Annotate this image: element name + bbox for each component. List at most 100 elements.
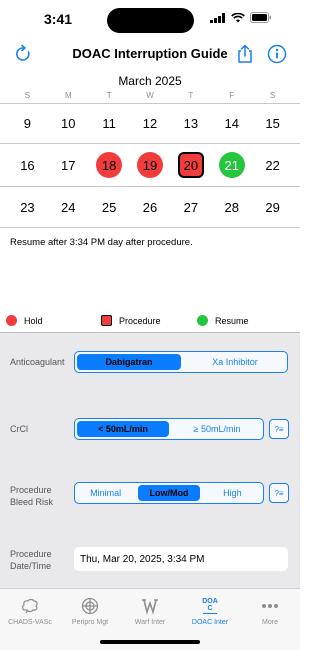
calendar-day-none-number: 25 xyxy=(101,199,117,215)
calendar-day-hold-number: 18 xyxy=(96,152,123,178)
tab-label: Peripro Mgt xyxy=(71,619,109,626)
calendar-day-none-number: 16 xyxy=(20,157,35,173)
weekday-label: S xyxy=(269,91,276,100)
doac-icon: DOA C xyxy=(180,597,240,615)
calendar-day-none-number: 29 xyxy=(265,199,280,215)
calendar-day[interactable]: 22 xyxy=(252,150,293,180)
calendar-day[interactable]: 24 xyxy=(48,192,89,222)
share-icon[interactable] xyxy=(235,44,255,64)
weekday-label: F xyxy=(229,91,235,100)
calendar-day-none-number: 13 xyxy=(183,115,199,131)
tab-doac-inter[interactable]: DOA C DOAC Inter xyxy=(180,597,240,626)
procedure-datetime-field[interactable]: Thu, Mar 20, 2025, 3:34 PM xyxy=(74,547,288,571)
nav-bar: DOAC Interruption Guide xyxy=(0,38,300,72)
crcl-help-button[interactable]: ?≡ xyxy=(269,419,289,439)
page-title: DOAC Interruption Guide xyxy=(72,46,228,61)
calendar-day[interactable]: 15 xyxy=(252,108,293,138)
weekday-label: M xyxy=(64,91,72,100)
crosshair-icon xyxy=(81,597,99,615)
home-indicator xyxy=(100,640,200,644)
bleed-risk-label-line2: Bleed Risk xyxy=(10,497,54,507)
calendar-day[interactable]: 26 xyxy=(130,192,171,222)
calendar-day-none-number: 12 xyxy=(142,115,158,131)
calendar-day-procedure-number: 20 xyxy=(177,152,204,178)
weekday-label: S xyxy=(24,91,31,100)
tab-warf-inter[interactable]: Warf Inter xyxy=(120,597,180,626)
calendar-day[interactable]: 19 xyxy=(130,150,171,180)
tab-label: Warf Inter xyxy=(134,619,166,626)
wifi-icon xyxy=(231,12,245,22)
legend-procedure: Procedure xyxy=(101,315,161,326)
calendar-week-row: 9 10 11 12 13 14 15 xyxy=(7,108,293,138)
calendar-month: March 2025 xyxy=(118,74,182,88)
tab-chads-vasc[interactable]: CHADS-VASc xyxy=(0,597,60,626)
calendar-day[interactable]: 16 xyxy=(7,150,48,180)
calendar-day-none-number: 22 xyxy=(265,157,280,173)
weekday-label: T xyxy=(106,91,112,100)
bleed-risk-help-button[interactable]: ?≡ xyxy=(269,483,289,503)
anticoagulant-label: Anticoagulant xyxy=(10,357,65,367)
calendar-day[interactable]: 9 xyxy=(7,108,48,138)
calendar-day[interactable]: 12 xyxy=(130,108,171,138)
calendar-day[interactable]: 21 xyxy=(211,150,252,180)
crcl-segmented-control[interactable]: < 50mL/min ≥ 50mL/min xyxy=(74,418,264,440)
signal-icon xyxy=(210,12,225,23)
dynamic-island xyxy=(107,8,194,33)
calendar-day[interactable]: 25 xyxy=(89,192,130,222)
calendar-day[interactable]: 23 xyxy=(7,192,48,222)
calendar-day[interactable]: 18 xyxy=(89,150,130,180)
more-icon xyxy=(262,604,278,608)
hold-dot-icon xyxy=(6,315,17,326)
calendar-day-none-number: 9 xyxy=(23,115,32,131)
resume-note: Resume after 3:34 PM day after procedure… xyxy=(10,237,193,248)
calendar-day[interactable]: 28 xyxy=(211,192,252,222)
crcl-option-above-50[interactable]: ≥ 50mL/min xyxy=(171,419,263,439)
calendar-divider xyxy=(0,227,300,228)
info-icon[interactable] xyxy=(267,44,287,64)
resume-dot-icon xyxy=(197,315,208,326)
doac-icon-text-bottom: C xyxy=(207,605,213,612)
crcl-option-below-50[interactable]: < 50mL/min xyxy=(77,421,169,437)
calendar-day-hold-number: 19 xyxy=(137,152,163,178)
bleed-risk-option-low-mod[interactable]: Low/Mod xyxy=(138,485,200,501)
bleed-risk-option-high[interactable]: High xyxy=(202,483,263,503)
battery-icon xyxy=(250,12,271,23)
calendar-day[interactable]: 20 xyxy=(170,150,211,180)
doac-icon-text-top: DOA xyxy=(202,598,218,605)
tab-label: CHADS-VASc xyxy=(8,619,52,626)
calendar-day-none-number: 26 xyxy=(142,199,158,215)
tab-peripro-mgt[interactable]: Peripro Mgt xyxy=(60,597,120,626)
calendar-weekday-header: S M T W T F S xyxy=(7,91,293,100)
bleed-risk-label: Procedure Bleed Risk xyxy=(10,484,53,508)
calendar-day-none-number: 15 xyxy=(265,115,280,131)
calendar-week-row: 16 17 18 19 20 21 22 xyxy=(7,150,293,180)
bleed-risk-option-minimal[interactable]: Minimal xyxy=(75,483,136,503)
bleed-risk-segmented-control[interactable]: Minimal Low/Mod High xyxy=(74,482,264,504)
calendar-day-none-number: 28 xyxy=(224,199,239,215)
calendar-day[interactable]: 11 xyxy=(89,108,130,138)
status-bar: 3:41 xyxy=(0,0,300,38)
tab-label: DOAC Inter xyxy=(191,619,229,626)
procedure-datetime-label: Procedure Date/Time xyxy=(10,548,52,572)
calendar-week-row: 23 24 25 26 27 28 29 xyxy=(7,192,293,222)
calendar-day-resume-number: 21 xyxy=(218,152,245,178)
calendar-day-none-number: 27 xyxy=(183,199,199,215)
calendar-divider xyxy=(0,186,300,187)
anticoagulant-option-dabigatran[interactable]: Dabigatran xyxy=(77,354,181,370)
anticoagulant-segmented-control[interactable]: Dabigatran Xa Inhibitor xyxy=(74,351,288,373)
anticoagulant-option-xa-inhibitor[interactable]: Xa Inhibitor xyxy=(183,352,287,372)
calendar-day[interactable]: 29 xyxy=(252,192,293,222)
calendar-day[interactable]: 17 xyxy=(48,150,89,180)
legend-procedure-label: Procedure xyxy=(119,315,161,326)
calendar-day[interactable]: 27 xyxy=(170,192,211,222)
calendar-day[interactable]: 13 xyxy=(170,108,211,138)
legend-resume: Resume xyxy=(197,315,249,326)
calendar-day-none-number: 14 xyxy=(224,115,239,131)
tab-more[interactable]: More xyxy=(240,597,300,626)
legend-hold-label: Hold xyxy=(24,315,43,326)
calendar-day[interactable]: 14 xyxy=(211,108,252,138)
calendar-day[interactable]: 10 xyxy=(48,108,89,138)
w-icon xyxy=(142,599,158,615)
legend-resume-label: Resume xyxy=(215,315,249,326)
procedure-datetime-label-line1: Procedure xyxy=(10,549,52,559)
